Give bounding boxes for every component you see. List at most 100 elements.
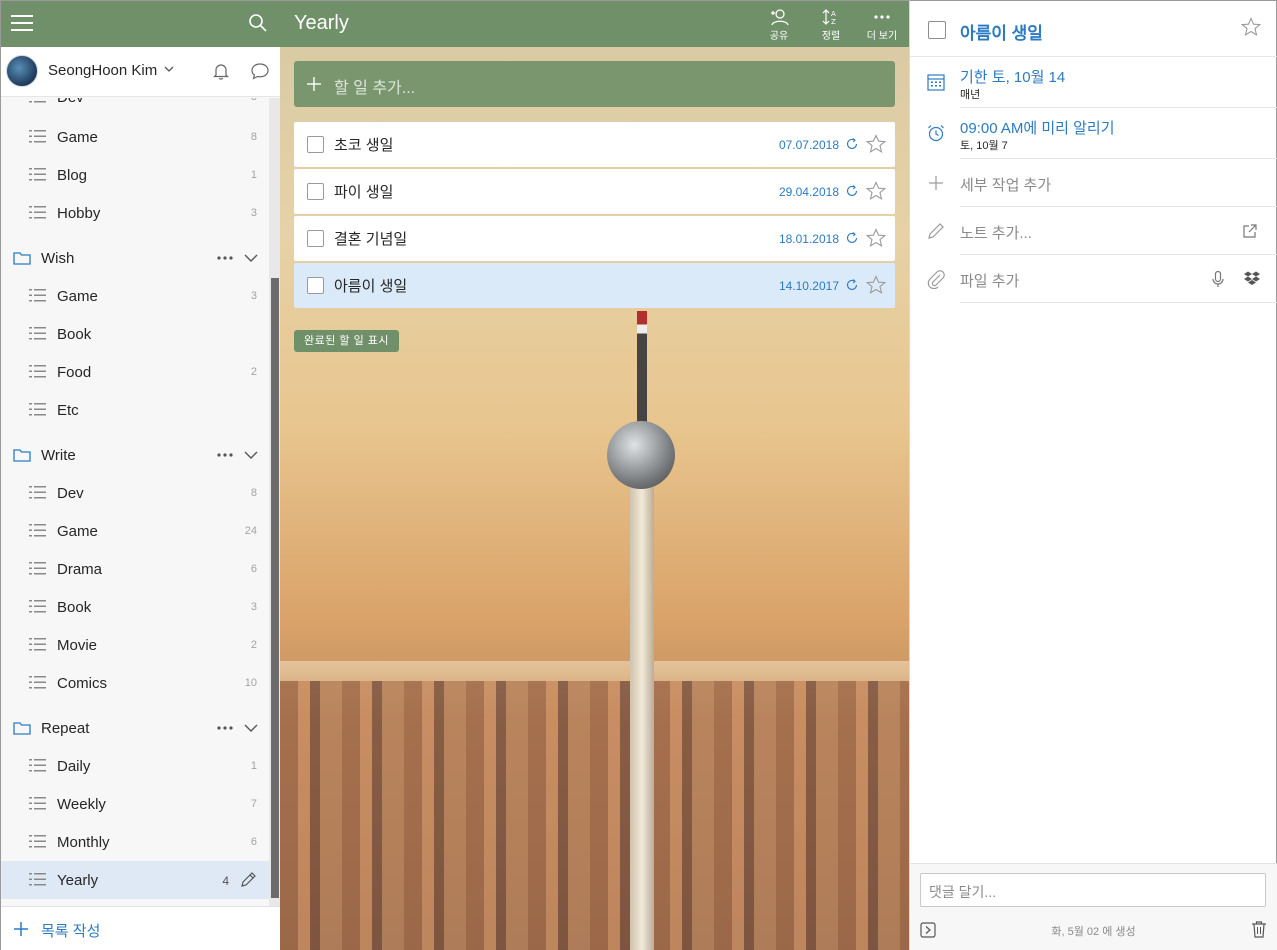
microphone-icon[interactable] [1209, 270, 1227, 288]
sidebar-item-wish-food[interactable]: Food 2 [1, 353, 269, 391]
list-icon [29, 289, 46, 302]
more-options-icon[interactable] [215, 447, 235, 463]
sidebar-item-repeat-daily[interactable]: Daily 1 [1, 747, 269, 785]
folder-repeat[interactable]: Repeat [1, 708, 269, 748]
sidebar-item-write-movie[interactable]: Movie 2 [1, 626, 269, 664]
due-date-repeat: 매년 [960, 89, 981, 101]
list-icon [29, 206, 46, 219]
chevron-down-icon[interactable] [243, 449, 259, 461]
created-info: 화, 5월 02 에 생성 [1051, 926, 1136, 938]
chevron-down-icon[interactable] [243, 252, 259, 264]
folder-wish[interactable]: Wish [1, 238, 269, 278]
list-icon [29, 403, 46, 416]
list-icon [29, 365, 46, 378]
conversation-icon[interactable] [250, 61, 270, 81]
sidebar-item-write-drama[interactable]: Drama 6 [1, 550, 269, 588]
more-button[interactable]: 더 보기 [862, 5, 902, 45]
sidebar-item-blog[interactable]: Blog 1 [1, 156, 269, 194]
menu-icon[interactable] [11, 15, 33, 33]
sidebar-item-write-comics[interactable]: Comics 10 [1, 664, 269, 702]
detail-title[interactable]: 아름이 생일 [960, 19, 1043, 44]
more-options-icon [874, 15, 890, 19]
list-title: Yearly [294, 12, 349, 34]
search-icon[interactable] [248, 13, 268, 33]
reminder-text: 09:00 AM에 미리 알리기 [960, 120, 1115, 137]
star-icon[interactable] [866, 181, 886, 201]
task-checkbox[interactable] [307, 136, 324, 153]
sidebar-item-write-dev[interactable]: Dev 8 [1, 474, 269, 512]
sidebar-item-dev[interactable]: Dev 3 [1, 98, 269, 116]
add-subtask-row[interactable]: 세부 작업 추가 [910, 159, 1277, 207]
more-options-icon[interactable] [215, 720, 235, 736]
task-row-selected[interactable]: 아름이 생일 14.10.2017 [294, 263, 895, 308]
plus-icon [307, 77, 321, 91]
star-icon[interactable] [866, 275, 886, 295]
star-icon[interactable] [1241, 17, 1261, 37]
task-row[interactable]: 파이 생일 29.04.2018 [294, 169, 895, 214]
repeat-icon [846, 138, 858, 149]
sidebar-item-label: Blog [57, 167, 88, 184]
avatar[interactable] [6, 55, 38, 87]
chevron-down-icon[interactable] [163, 63, 175, 75]
scrollbar-thumb[interactable] [271, 278, 279, 898]
add-note-row[interactable]: 노트 추가... [910, 207, 1277, 255]
share-button[interactable]: 공유 [759, 5, 799, 45]
sidebar-item-repeat-weekly[interactable]: Weekly 7 [1, 785, 269, 823]
item-count: 2 [250, 639, 257, 651]
sidebar-item-repeat-yearly[interactable]: Yearly 4 [1, 861, 269, 899]
sidebar-item-hobby[interactable]: Hobby 3 [1, 194, 269, 232]
task-checkbox[interactable] [307, 277, 324, 294]
star-icon[interactable] [866, 134, 886, 154]
sidebar-item-game[interactable]: Game 8 [1, 118, 269, 156]
show-completed-button[interactable]: 완료된 할 일 표시 [294, 330, 400, 352]
list-icon [29, 600, 46, 613]
chevron-down-icon[interactable] [243, 722, 259, 734]
task-title: 초코 생일 [334, 137, 394, 154]
sidebar-item-repeat-monthly[interactable]: Monthly 6 [1, 823, 269, 861]
folder-write[interactable]: Write [1, 435, 269, 475]
sort-button[interactable]: AZ 정렬 [811, 5, 851, 45]
dropbox-icon[interactable] [1243, 270, 1261, 288]
sidebar-item-label: Game [57, 288, 98, 305]
add-task-input[interactable]: 할 일 추가... [294, 61, 895, 107]
trash-icon[interactable] [1251, 920, 1267, 938]
folder-label: Write [41, 447, 76, 464]
comment-input[interactable]: 댓글 달기... [920, 873, 1266, 907]
more-label: 더 보기 [866, 31, 898, 42]
sidebar-item-wish-game[interactable]: Game 3 [1, 277, 269, 315]
detail-checkbox[interactable] [928, 21, 946, 39]
due-date-row[interactable]: 기한 토, 10월 14 매년 [910, 57, 1277, 108]
more-options-icon[interactable] [215, 250, 235, 266]
task-row[interactable]: 초코 생일 07.07.2018 [294, 122, 895, 167]
task-row[interactable]: 결혼 기념일 18.01.2018 [294, 216, 895, 261]
paperclip-icon [927, 270, 945, 289]
open-external-icon[interactable] [1241, 222, 1259, 240]
sidebar-item-write-book[interactable]: Book 3 [1, 588, 269, 626]
add-note-placeholder: 노트 추가... [960, 225, 1032, 242]
item-count: 7 [250, 798, 257, 810]
sidebar-item-label: Movie [57, 637, 98, 654]
sidebar-item-wish-book[interactable]: Book [1, 315, 269, 353]
create-list-button[interactable]: 목록 작성 [1, 906, 281, 950]
alarm-clock-icon [928, 125, 944, 142]
task-checkbox[interactable] [307, 230, 324, 247]
list-icon [29, 676, 46, 689]
user-name[interactable]: SeongHoon Kim [48, 62, 157, 79]
star-icon[interactable] [866, 228, 886, 248]
item-count: 3 [250, 290, 257, 302]
item-count: 4 [222, 874, 229, 888]
sidebar-item-label: Hobby [57, 205, 101, 222]
task-checkbox[interactable] [307, 183, 324, 200]
add-file-row[interactable]: 파일 추가 [910, 255, 1277, 303]
sidebar-item-label: Etc [57, 402, 79, 419]
reminder-row[interactable]: 09:00 AM에 미리 알리기 토, 10월 7 [910, 108, 1277, 159]
bell-icon[interactable] [211, 61, 231, 81]
sidebar-item-write-game[interactable]: Game 24 [1, 512, 269, 550]
add-task-placeholder: 할 일 추가... [334, 80, 416, 97]
task-due-date: 14.10.2017 [778, 279, 839, 293]
sidebar-item-wish-etc[interactable]: Etc [1, 391, 269, 429]
item-count: 3 [250, 601, 257, 613]
pencil-icon[interactable] [239, 871, 257, 889]
folder-icon [13, 722, 31, 735]
item-count: 1 [250, 169, 257, 181]
